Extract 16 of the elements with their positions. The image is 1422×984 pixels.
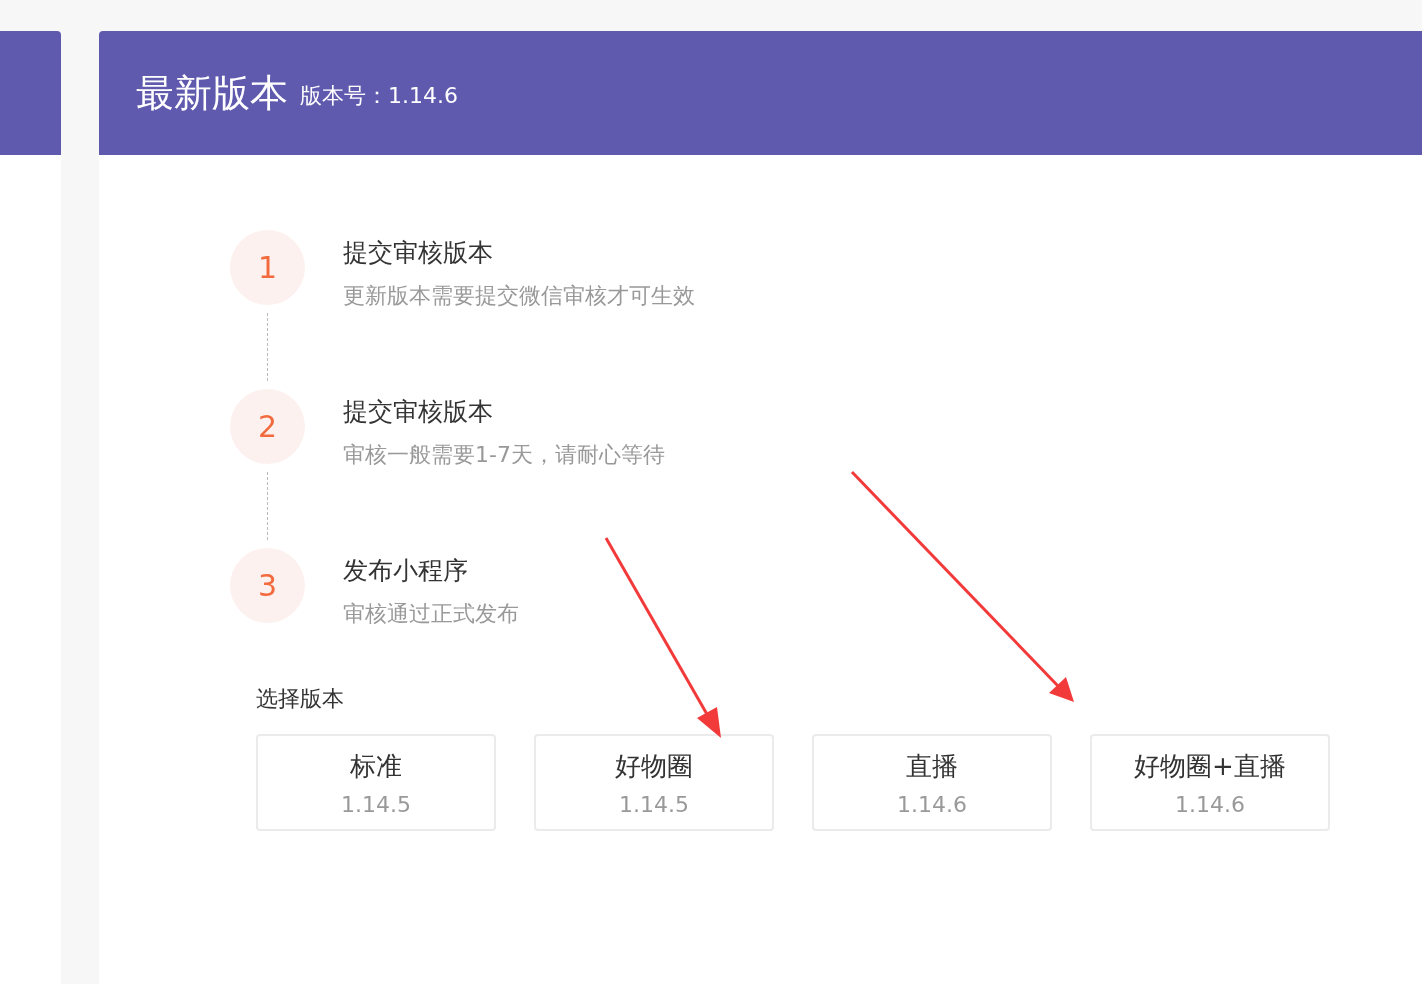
version-option[interactable]: 好物圈+直播 1.14.6 [1090, 734, 1330, 831]
step-number: 2 [230, 389, 305, 464]
step-description: 更新版本需要提交微信审核才可生效 [343, 282, 695, 310]
step-number: 1 [230, 230, 305, 305]
step-title: 发布小程序 [343, 555, 469, 587]
page-title: 最新版本 [136, 69, 288, 117]
version-option[interactable]: 标准 1.14.5 [256, 734, 496, 831]
step-description: 审核通过正式发布 [343, 600, 519, 628]
version-number: 版本号：1.14.6 [300, 82, 458, 110]
step-number: 3 [230, 548, 305, 623]
step-title: 提交审核版本 [343, 237, 494, 269]
step-description: 审核一般需要1-7天，请耐心等待 [343, 441, 665, 469]
version-option[interactable]: 直播 1.14.6 [812, 734, 1052, 831]
step-title: 提交审核版本 [343, 396, 494, 428]
section-label: 选择版本 [256, 685, 345, 713]
version-option[interactable]: 好物圈 1.14.5 [534, 734, 774, 831]
